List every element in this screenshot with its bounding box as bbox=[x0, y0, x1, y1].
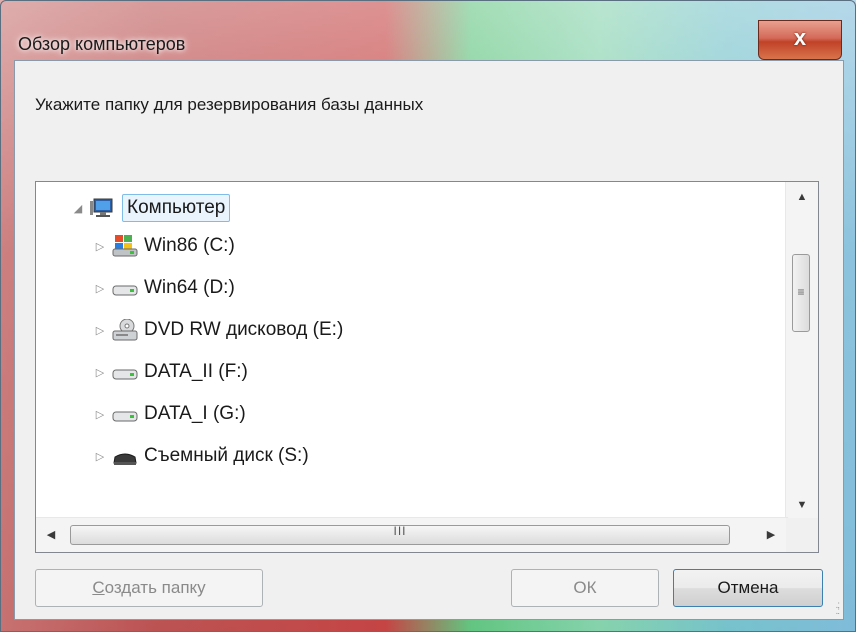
scroll-up-arrow-icon[interactable]: ▲ bbox=[786, 182, 818, 212]
close-button[interactable]: x bbox=[758, 20, 842, 60]
removable-drive-icon bbox=[113, 453, 137, 465]
scroll-down-arrow-icon[interactable]: ▼ bbox=[786, 490, 818, 520]
dialog-body: Укажите папку для резервирования базы да… bbox=[14, 60, 844, 620]
ok-button[interactable]: ОК bbox=[511, 569, 659, 607]
expand-arrow-icon[interactable]: ▷ bbox=[94, 282, 106, 295]
hard-drive-icon bbox=[112, 285, 138, 296]
tree-item-drive-c[interactable]: ▷ Win86 (C:) bbox=[94, 228, 235, 264]
collapse-arrow-icon[interactable]: ◢ bbox=[72, 202, 84, 215]
accelerator-key: С bbox=[92, 578, 105, 597]
horizontal-scrollbar[interactable]: ◀ III ▶ bbox=[36, 517, 788, 552]
ok-label: ОК bbox=[573, 578, 597, 597]
cancel-label: Отмена bbox=[717, 578, 779, 597]
resize-grip-icon[interactable]: .:.: bbox=[835, 601, 839, 617]
tree-item-label: DATA_II (F:) bbox=[144, 361, 248, 382]
close-icon: x bbox=[793, 25, 807, 50]
tree-item-label: Съемный диск (S:) bbox=[144, 445, 309, 466]
expand-arrow-icon[interactable]: ▷ bbox=[94, 324, 106, 337]
expand-arrow-icon[interactable]: ▷ bbox=[94, 408, 106, 421]
new-folder-label: оздать папку bbox=[104, 578, 206, 597]
expand-arrow-icon[interactable]: ▷ bbox=[94, 366, 106, 379]
tree-item-label: Win86 (C:) bbox=[144, 235, 235, 256]
scroll-right-arrow-icon[interactable]: ▶ bbox=[756, 518, 786, 552]
new-folder-button[interactable]: Создать папку bbox=[35, 569, 263, 607]
tree-item-drive-s[interactable]: ▷ Съемный диск (S:) bbox=[94, 438, 309, 474]
folder-tree[interactable]: ◢ Компьютер ▷ Win86 (C:) ▷ Win64 (D:) ▷ … bbox=[35, 181, 819, 553]
window-title: Обзор компьютеров bbox=[18, 34, 186, 54]
dialog-prompt: Укажите папку для резервирования базы да… bbox=[35, 95, 424, 114]
tree-item-label: DVD RW дисковод (E:) bbox=[144, 319, 344, 340]
windows-drive-icon bbox=[112, 235, 138, 257]
horizontal-scroll-thumb[interactable]: III bbox=[70, 524, 730, 545]
dvd-drive-icon bbox=[112, 319, 138, 341]
grip-icon: III bbox=[393, 524, 407, 538]
title-bar[interactable]: Обзор компьютеров x bbox=[0, 0, 856, 60]
tree-item-label: DATA_I (G:) bbox=[144, 403, 246, 424]
scrollbar-corner bbox=[786, 518, 818, 552]
tree-item-label: Win64 (D:) bbox=[144, 277, 235, 298]
tree-item-label: Компьютер bbox=[122, 194, 231, 222]
grip-icon: ≡ bbox=[797, 285, 805, 299]
tree-item-drive-d[interactable]: ▷ Win64 (D:) bbox=[94, 270, 235, 306]
vertical-scrollbar[interactable]: ▲ ≡ ▼ bbox=[785, 182, 818, 520]
tree-item-drive-f[interactable]: ▷ DATA_II (F:) bbox=[94, 354, 248, 390]
hard-drive-icon bbox=[112, 411, 138, 422]
scroll-left-arrow-icon[interactable]: ◀ bbox=[36, 518, 66, 552]
expand-arrow-icon[interactable]: ▷ bbox=[94, 240, 106, 253]
hard-drive-icon bbox=[112, 369, 138, 380]
tree-item-drive-g[interactable]: ▷ DATA_I (G:) bbox=[94, 396, 246, 432]
expand-arrow-icon[interactable]: ▷ bbox=[94, 450, 106, 463]
vertical-scroll-thumb[interactable]: ≡ bbox=[792, 254, 810, 332]
cancel-button[interactable]: Отмена bbox=[673, 569, 823, 607]
tree-item-drive-e[interactable]: ▷ DVD RW дисковод (E:) bbox=[94, 312, 343, 348]
tree-item-computer[interactable]: ◢ Компьютер bbox=[72, 190, 231, 226]
computer-icon bbox=[90, 198, 113, 217]
